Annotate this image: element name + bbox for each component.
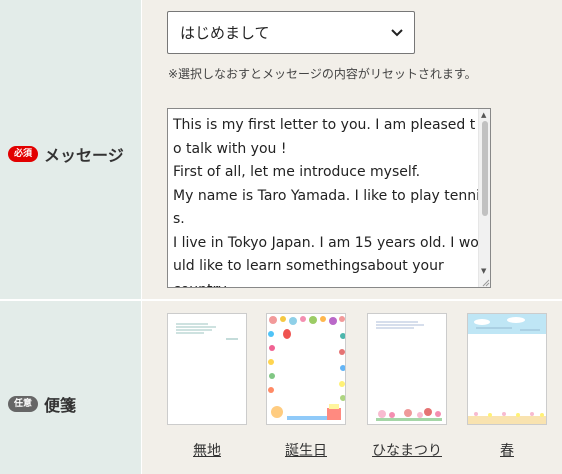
message-row-label: 必須 メッセージ — [8, 142, 124, 166]
resize-grip-icon[interactable] — [480, 277, 490, 287]
message-label: メッセージ — [44, 146, 124, 165]
stationery-plain-thumbnail[interactable] — [167, 313, 247, 425]
stationery-option-spring[interactable]: 春 — [467, 440, 547, 460]
stationery-spring-thumbnail[interactable] — [467, 313, 547, 425]
stationery-hinamatsuri-thumbnail[interactable] — [367, 313, 447, 425]
textarea-scrollbar[interactable]: ▲ ▼ — [478, 109, 490, 287]
stationery-option-birthday[interactable]: 誕生日 — [266, 440, 346, 460]
scroll-thumb[interactable] — [482, 121, 488, 216]
stationery-label: 便箋 — [44, 396, 77, 415]
scroll-up-icon[interactable]: ▲ — [481, 111, 486, 119]
message-textarea[interactable]: This is my first letter to you. I am ple… — [167, 108, 491, 288]
column-divider — [141, 0, 142, 474]
greeting-select-value: はじめまして — [180, 24, 270, 42]
greeting-select[interactable]: はじめまして — [167, 11, 415, 54]
chevron-down-icon — [390, 26, 404, 40]
required-badge: 必須 — [8, 146, 39, 162]
scroll-down-icon[interactable]: ▼ — [481, 267, 486, 275]
stationery-birthday-thumbnail[interactable] — [266, 313, 346, 425]
stationery-option-hinamatsuri[interactable]: ひなまつり — [367, 440, 447, 460]
reset-note: ※選択しなおすとメッセージの内容がリセットされます。 — [168, 67, 477, 81]
optional-badge: 任意 — [8, 396, 39, 412]
stationery-option-plain[interactable]: 無地 — [167, 440, 247, 460]
message-text: This is my first letter to you. I am ple… — [173, 117, 481, 287]
row-divider — [0, 299, 562, 301]
stationery-row-label: 任意 便箋 — [8, 392, 76, 416]
